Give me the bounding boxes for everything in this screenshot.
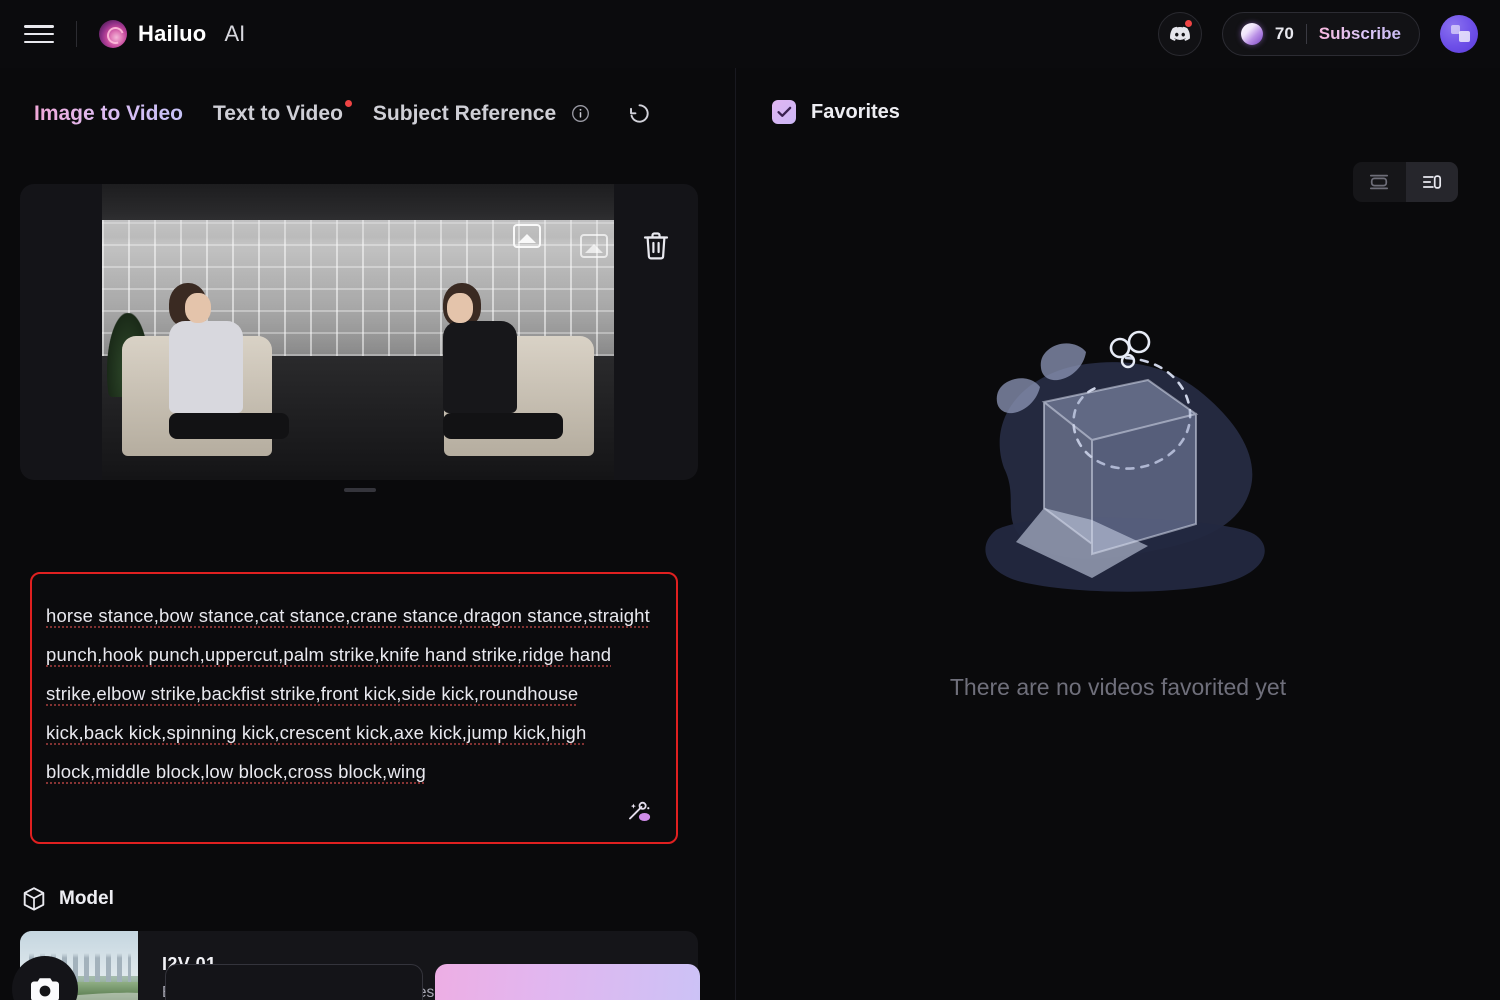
tab-label: Image to Video (34, 101, 183, 125)
cube-icon (23, 887, 45, 911)
credits-count: 70 (1274, 24, 1294, 43)
delete-image-button[interactable] (614, 184, 698, 480)
tab-image-to-video[interactable]: Image to Video (34, 102, 183, 126)
brand-name: Hailuo (138, 21, 207, 46)
right-panel: Favorites There are no videos favorited … (736, 68, 1500, 1000)
discord-icon[interactable] (1157, 12, 1202, 56)
pill-separator (1305, 24, 1307, 44)
empty-state: There are no videos favorited yet (736, 318, 1500, 701)
tab-subject-reference[interactable]: Subject Reference (373, 102, 590, 126)
list-view-icon[interactable] (1405, 162, 1458, 202)
subscribe-button[interactable]: Subscribe (1319, 24, 1401, 44)
mode-tabs: Image to Video Text to Video Subject Ref… (0, 68, 735, 127)
tab-text-to-video[interactable]: Text to Video (212, 99, 352, 126)
gem-icon (1240, 23, 1263, 45)
user-avatar[interactable] (1440, 15, 1478, 53)
brand[interactable]: Hailuo AI (99, 20, 245, 48)
image-placeholder-icon (580, 234, 608, 258)
favorites-row: Favorites (736, 68, 1500, 124)
notification-dot (1184, 20, 1192, 27)
header-divider (76, 21, 77, 47)
prompt-input[interactable]: horse stance,bow stance,cat stance,crane… (46, 596, 660, 791)
view-mode-toggle (1353, 162, 1458, 202)
brand-suffix: AI (224, 21, 246, 46)
favorites-label: Favorites (811, 100, 900, 123)
empty-state-message: There are no videos favorited yet (949, 674, 1287, 700)
new-badge-dot (344, 99, 352, 107)
trash-icon (643, 232, 669, 260)
prompt-input-box[interactable]: horse stance,bow stance,cat stance,crane… (30, 572, 678, 844)
app-root: Hailuo AI 70 Subscribe Image to Video Te… (0, 0, 1500, 1000)
hailuo-spiral-logo (99, 20, 127, 48)
hamburger-icon[interactable] (24, 22, 54, 46)
left-panel: Image to Video Text to Video Subject Ref… (0, 68, 735, 1000)
magic-wand-icon[interactable] (624, 796, 654, 826)
resize-handle[interactable] (344, 488, 376, 492)
camera-icon[interactable] (12, 956, 78, 1000)
model-section-title: Model (59, 888, 114, 909)
model-section-header: Model (22, 886, 114, 912)
header-actions: 70 Subscribe (1157, 12, 1478, 56)
history-reset-icon[interactable] (626, 100, 653, 127)
favorites-checkbox[interactable] (772, 100, 796, 124)
info-icon[interactable] (571, 104, 590, 123)
tab-label: Subject Reference (372, 101, 557, 125)
image-placeholder-icon (513, 224, 541, 248)
open-box-with-leaves-and-butterfly-icon (985, 330, 1265, 592)
app-header: Hailuo AI 70 Subscribe (0, 0, 1500, 68)
check-icon (776, 106, 791, 117)
tab-label: Text to Video (212, 101, 343, 125)
card-view-icon[interactable] (1353, 162, 1406, 202)
generate-button[interactable] (435, 964, 700, 1000)
bottom-action-bar (0, 944, 735, 1000)
secondary-action-button[interactable] (165, 964, 423, 1000)
image-preview[interactable] (102, 184, 614, 480)
credits-pill[interactable]: 70 Subscribe (1221, 12, 1420, 56)
uploaded-image-card (20, 184, 698, 480)
